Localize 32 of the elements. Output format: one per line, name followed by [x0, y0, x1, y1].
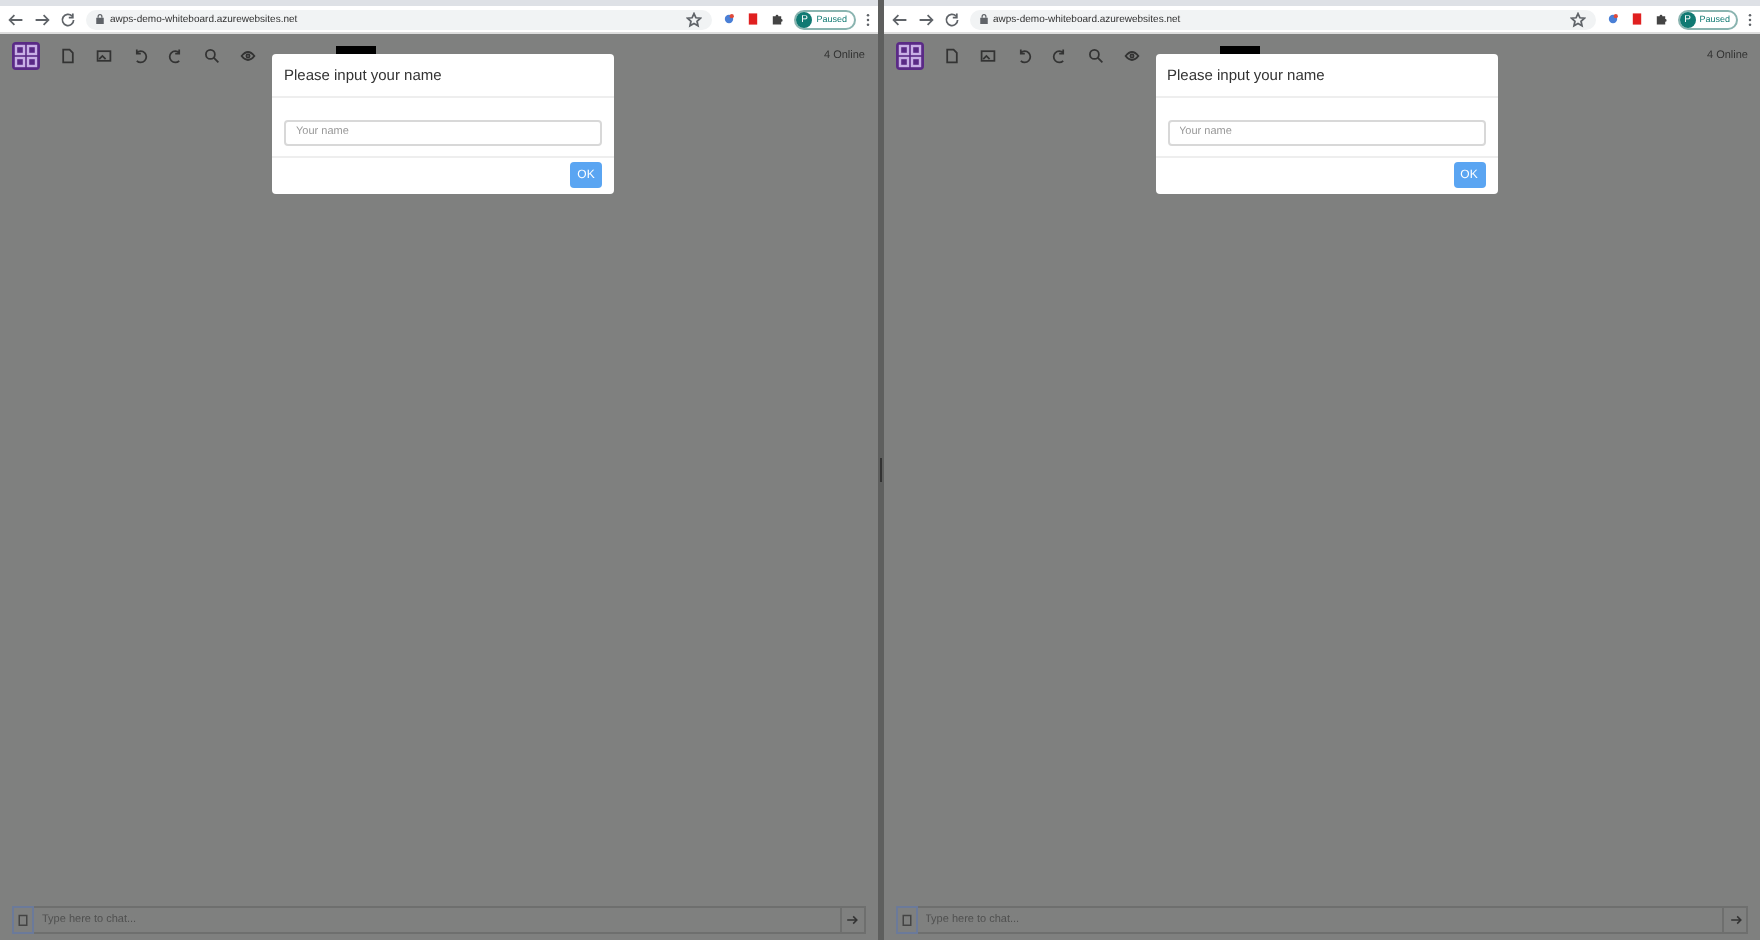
arrow-icon [1729, 914, 1741, 926]
undo-icon[interactable] [132, 48, 148, 64]
back-icon[interactable] [8, 11, 24, 27]
undo-icon[interactable] [1015, 48, 1031, 64]
puzzle-icon[interactable] [770, 12, 785, 26]
arrow-icon [846, 914, 858, 926]
redo-icon[interactable] [1051, 48, 1067, 64]
image-icon[interactable] [979, 48, 995, 64]
app-logo [12, 42, 40, 70]
star-icon[interactable] [1569, 11, 1586, 27]
forward-icon[interactable] [34, 11, 50, 27]
clipboard-icon[interactable] [895, 906, 917, 934]
reload-icon[interactable] [60, 11, 76, 27]
forward-icon[interactable] [917, 11, 933, 27]
new-page-icon[interactable] [943, 48, 959, 64]
redo-icon[interactable] [168, 48, 184, 64]
reload-icon[interactable] [943, 11, 959, 27]
app-logo [895, 42, 923, 70]
new-page-icon[interactable] [60, 48, 76, 64]
star-icon[interactable] [686, 11, 703, 27]
eye-icon[interactable] [240, 48, 256, 64]
send-button[interactable] [839, 906, 865, 934]
clipboard-icon[interactable] [12, 906, 34, 934]
zoom-icon[interactable] [1087, 48, 1103, 64]
lock-icon [96, 14, 104, 24]
zoom-icon[interactable] [204, 48, 220, 64]
puzzle-icon[interactable] [1653, 12, 1668, 26]
send-button[interactable] [1722, 906, 1748, 934]
eye-icon[interactable] [1123, 48, 1139, 64]
image-icon[interactable] [96, 48, 112, 64]
back-icon[interactable] [891, 11, 907, 27]
lock-icon [979, 14, 987, 24]
